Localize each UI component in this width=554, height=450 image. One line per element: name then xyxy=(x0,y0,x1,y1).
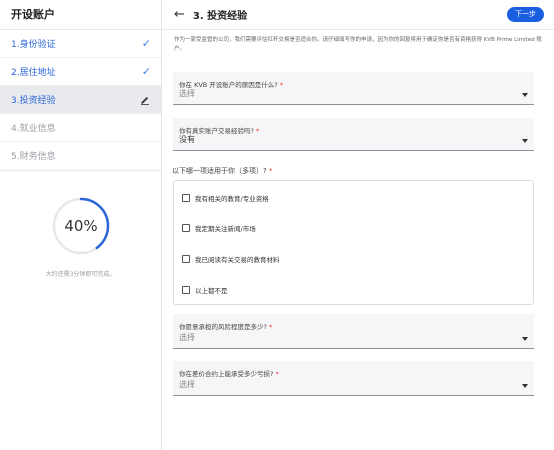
checkbox[interactable] xyxy=(182,194,190,202)
step-label: 5.财务信息 xyxy=(11,152,56,162)
select-value: 没有 xyxy=(179,135,195,144)
options-group: 我有相关的教育/专业资格 我定期关注新闻/市场 我已阅读有关交易的教育材料 以上… xyxy=(173,180,534,305)
option-label: 我已阅读有关交易的教育材料 xyxy=(195,256,280,264)
step-label: 2.居住地址 xyxy=(11,68,56,78)
select-value: 选择 xyxy=(179,89,195,98)
sidebar-item-financial[interactable]: 5.财务信息 xyxy=(0,142,161,170)
progress-card: 40% 大约还需3分钟即可完成。 xyxy=(0,172,161,450)
step-label: 4.就业信息 xyxy=(11,124,56,134)
required-mark: * xyxy=(279,81,284,89)
checkbox[interactable] xyxy=(182,255,190,263)
caret-down-icon xyxy=(522,93,528,97)
select-value: 选择 xyxy=(179,380,195,389)
option-education[interactable]: 我有相关的教育/专业资格 xyxy=(182,193,269,203)
caret-down-icon xyxy=(522,139,528,143)
page-header: ← 3. 投资经验 下一步 xyxy=(162,0,554,30)
required-mark: * xyxy=(268,167,273,175)
check-icon: ✓ xyxy=(141,37,151,50)
progress-percent: 40% xyxy=(64,217,98,235)
step-label: 3.投资经验 xyxy=(11,96,56,106)
required-mark: * xyxy=(269,323,273,331)
multi-select-label: 以下哪一项适用于你（多项）? xyxy=(172,167,267,175)
sidebar-item-investment-experience[interactable]: 3.投资经验 xyxy=(0,86,161,114)
checkbox[interactable] xyxy=(182,224,190,232)
select-value: 选择 xyxy=(179,333,195,342)
step-list: 1.身份验证 ✓ 2.居住地址 ✓ 3.投资经验 4.就业信息 5.财务信息 xyxy=(0,30,161,170)
reason-select[interactable]: 你在 KVB 开设账户的原因是什么? * 选择 xyxy=(173,72,534,105)
arrow-left-icon[interactable]: ← xyxy=(174,8,185,21)
risk-level-select[interactable]: 你愿意承担的风险程度是多少? * 选择 xyxy=(173,314,534,349)
required-mark: * xyxy=(256,127,260,135)
sidebar: 开设账户 1.身份验证 ✓ 2.居住地址 ✓ 3.投资经验 4.就业信息 5.财… xyxy=(0,0,162,450)
option-label: 以上都不是 xyxy=(195,287,228,295)
sidebar-title: 开设账户 xyxy=(0,0,161,30)
option-label: 我有相关的教育/专业资格 xyxy=(195,195,269,203)
field-label: 你愿意承担的风险程度是多少? xyxy=(179,323,267,331)
sidebar-item-address[interactable]: 2.居住地址 ✓ xyxy=(0,58,161,86)
edit-pencil-icon xyxy=(139,94,151,106)
option-label: 我定期关注新闻/市场 xyxy=(195,225,256,233)
main-panel: ← 3. 投资经验 下一步 作为一家受监管的公司，我们需要评估杠杆交易是否适合你… xyxy=(162,0,554,450)
sidebar-item-identity[interactable]: 1.身份验证 ✓ xyxy=(0,30,161,58)
caret-down-icon xyxy=(522,384,528,388)
option-none[interactable]: 以上都不是 xyxy=(182,285,228,295)
sidebar-item-employment[interactable]: 4.就业信息 xyxy=(0,114,161,142)
option-follow-news[interactable]: 我定期关注新闻/市场 xyxy=(182,223,256,233)
loss-tolerance-select[interactable]: 你在差价合约上能承受多少亏损? * 选择 xyxy=(173,361,534,396)
check-icon: ✓ xyxy=(141,65,151,78)
progress-note: 大约还需3分钟即可完成。 xyxy=(45,271,116,278)
checkbox[interactable] xyxy=(182,286,190,294)
real-account-experience-select[interactable]: 你有真实账户交易经验吗? * 没有 xyxy=(173,118,534,151)
caret-down-icon xyxy=(522,337,528,341)
step-label: 1.身份验证 xyxy=(11,40,56,50)
next-button[interactable]: 下一步 xyxy=(507,7,544,22)
option-read-materials[interactable]: 我已阅读有关交易的教育材料 xyxy=(182,254,280,264)
field-label: 你在差价合约上能承受多少亏损? xyxy=(179,370,274,378)
required-mark: * xyxy=(275,370,279,378)
intro-text: 作为一家受监管的公司，我们需要评估杠杆交易是否适合你。请仔细填写你的申请，因为你… xyxy=(174,37,542,52)
page-title: 3. 投资经验 xyxy=(192,11,248,22)
